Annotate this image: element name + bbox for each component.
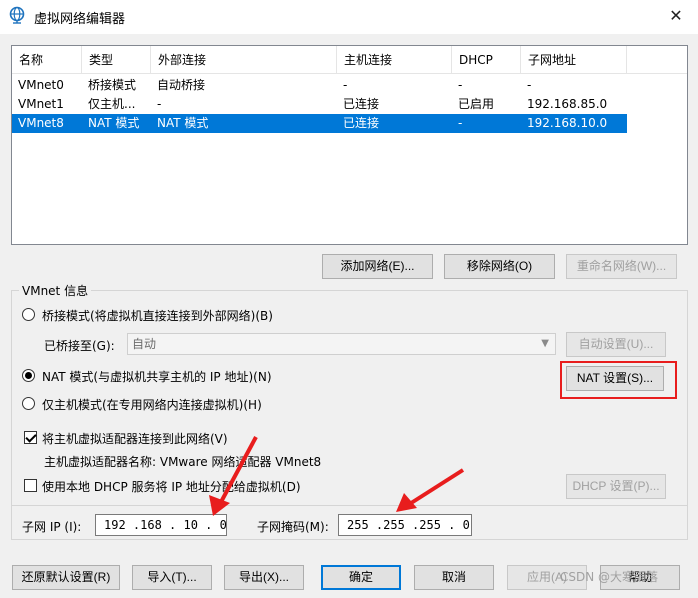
annotation-arrows xyxy=(209,436,465,516)
restore-defaults-button[interactable]: 还原默认设置(R) xyxy=(12,565,120,590)
virtual-network-editor-window: 虚拟网络编辑器 ✕ 名称 类型 外部连接 主机连接 DHCP 子网地址 VMne… xyxy=(0,0,698,598)
export-button[interactable]: 导出(X)... xyxy=(224,565,304,590)
ok-button[interactable]: 确定 xyxy=(321,565,401,590)
red-arrow-icon xyxy=(396,468,465,512)
red-arrow-icon xyxy=(209,436,258,516)
cancel-button[interactable]: 取消 xyxy=(414,565,494,590)
import-button[interactable]: 导入(T)... xyxy=(132,565,212,590)
watermark: CSDN @大寒雨落 xyxy=(560,570,659,584)
